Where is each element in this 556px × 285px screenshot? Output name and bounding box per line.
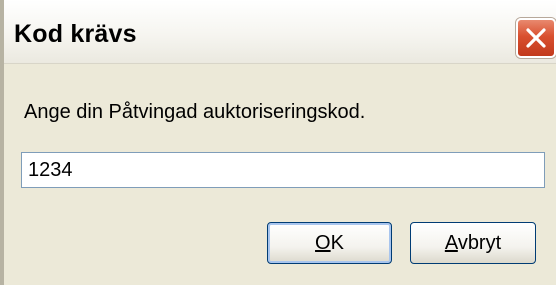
cancel-mnemonic: A <box>444 232 458 254</box>
ok-button[interactable]: OK <box>267 222 392 264</box>
close-button[interactable] <box>516 18 556 58</box>
ok-mnemonic: O <box>315 232 331 254</box>
prompt-label: Ange din Påtvingad auktoriseringskod. <box>24 101 366 123</box>
auth-code-dialog: Kod krävs Ange din Påtvingad auktoriseri… <box>0 0 556 285</box>
cancel-button[interactable]: Avbryt <box>410 222 536 264</box>
title-bar: Kod krävs <box>4 0 556 64</box>
dialog-title: Kod krävs <box>14 20 137 48</box>
ok-button-label: OK <box>315 232 344 254</box>
cancel-button-label: Avbryt <box>445 232 501 254</box>
cancel-label-rest: vbryt <box>457 232 502 254</box>
close-icon <box>526 28 546 48</box>
authorization-code-input[interactable] <box>21 152 545 188</box>
ok-label-rest: K <box>330 232 344 254</box>
